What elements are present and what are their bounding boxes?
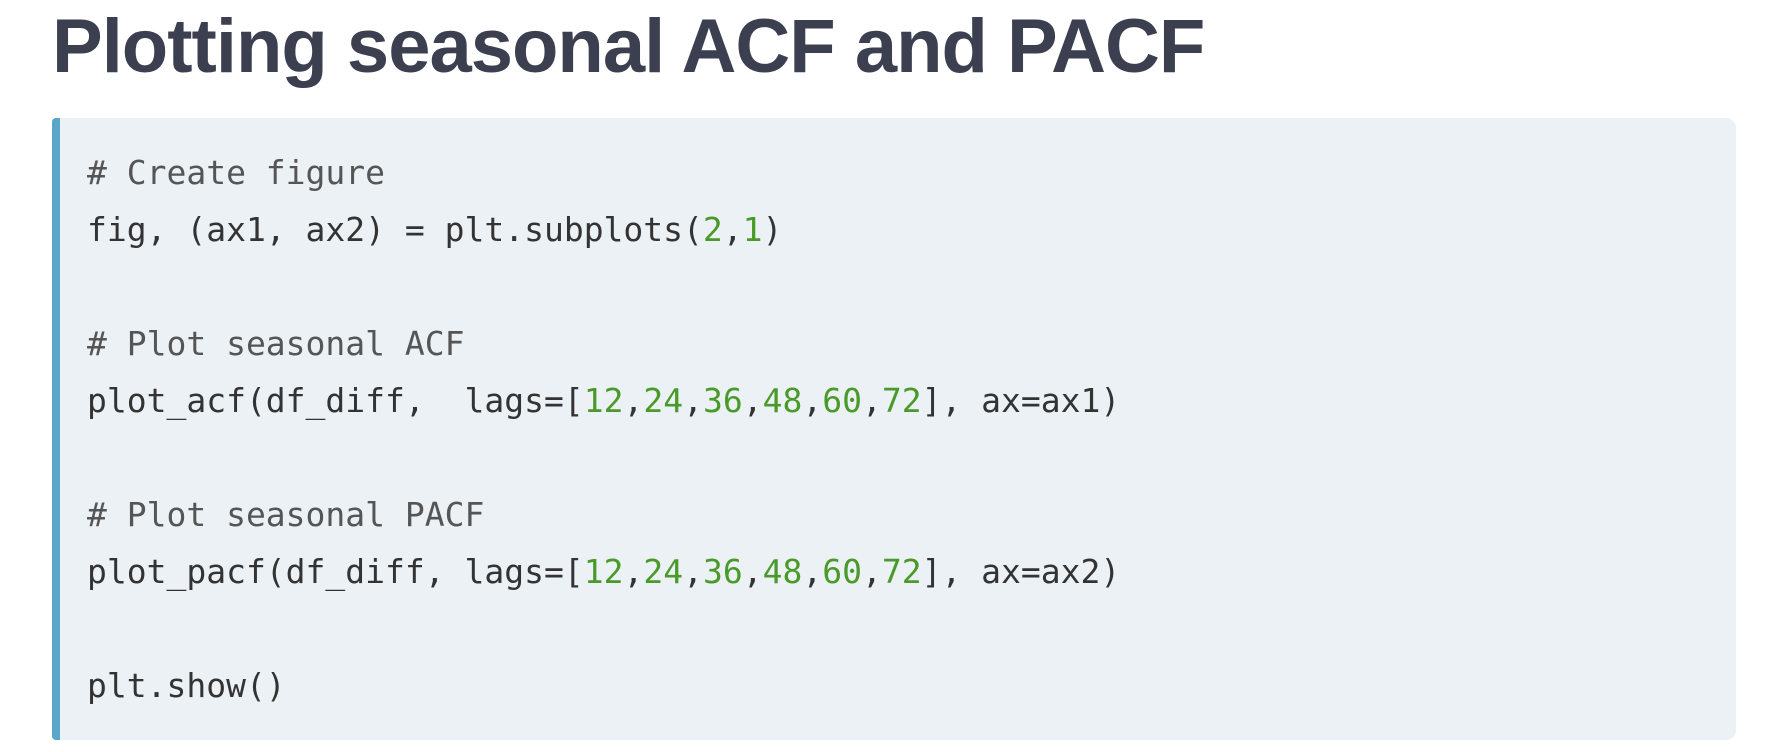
code-number: 60 bbox=[822, 381, 862, 420]
code-comment: # Plot seasonal PACF bbox=[87, 495, 485, 534]
code-number: 60 bbox=[822, 552, 862, 591]
code-line: # Create figure bbox=[87, 144, 1120, 201]
code-text: , bbox=[861, 381, 882, 420]
page-title: Plotting seasonal ACF and PACF bbox=[52, 4, 1205, 89]
code-text: ) bbox=[762, 210, 783, 249]
code-text: , bbox=[742, 552, 763, 591]
code-number: 24 bbox=[643, 552, 684, 591]
code-number: 36 bbox=[702, 552, 743, 591]
code-text: , bbox=[802, 552, 823, 591]
code-text: fig, (ax1, ax2) = plt.subplots( bbox=[87, 210, 703, 249]
code-number: 2 bbox=[702, 210, 723, 249]
code-text: plot_acf(df_diff, lags=[ bbox=[87, 381, 584, 420]
code-text: , bbox=[683, 552, 703, 591]
code-line: plot_pacf(df_diff, lags=[12,24,36,48,60,… bbox=[87, 543, 1120, 600]
code-comment: # Create figure bbox=[87, 153, 386, 192]
code-text: plt.show() bbox=[87, 666, 286, 705]
code-block: # Create figure fig, (ax1, ax2) = plt.sub… bbox=[52, 118, 1736, 740]
code-number: 72 bbox=[881, 552, 922, 591]
slide: Plotting seasonal ACF and PACF # Create … bbox=[0, 0, 1780, 752]
code-text: , bbox=[861, 552, 882, 591]
code-line: # Plot seasonal PACF bbox=[87, 486, 1120, 543]
code-text: , bbox=[742, 381, 763, 420]
code-text: , bbox=[683, 381, 703, 420]
code-number: 24 bbox=[643, 381, 684, 420]
code-comment: # Plot seasonal ACF bbox=[87, 324, 465, 363]
code-text: , bbox=[722, 210, 743, 249]
code-text: , bbox=[802, 381, 823, 420]
code-line: plt.show() bbox=[87, 657, 1120, 714]
code-number: 72 bbox=[881, 381, 922, 420]
code-text: plot_pacf(df_diff, lags=[ bbox=[87, 552, 584, 591]
code-number: 48 bbox=[762, 381, 803, 420]
code-line: # Plot seasonal ACF bbox=[87, 315, 1120, 372]
code-number: 48 bbox=[762, 552, 803, 591]
code-listing: # Create figure fig, (ax1, ax2) = plt.sub… bbox=[87, 144, 1120, 714]
code-line: plot_acf(df_diff, lags=[12,24,36,48,60,7… bbox=[87, 372, 1120, 429]
code-number: 12 bbox=[583, 381, 624, 420]
code-number: 36 bbox=[702, 381, 743, 420]
code-text: , bbox=[623, 381, 644, 420]
code-number: 12 bbox=[583, 552, 624, 591]
code-number: 1 bbox=[742, 210, 763, 249]
code-text: ], ax=ax2) bbox=[921, 552, 1121, 591]
code-line: fig, (ax1, ax2) = plt.subplots(2,1) bbox=[87, 201, 1120, 258]
code-text: ], ax=ax1) bbox=[921, 381, 1121, 420]
code-text: , bbox=[623, 552, 644, 591]
